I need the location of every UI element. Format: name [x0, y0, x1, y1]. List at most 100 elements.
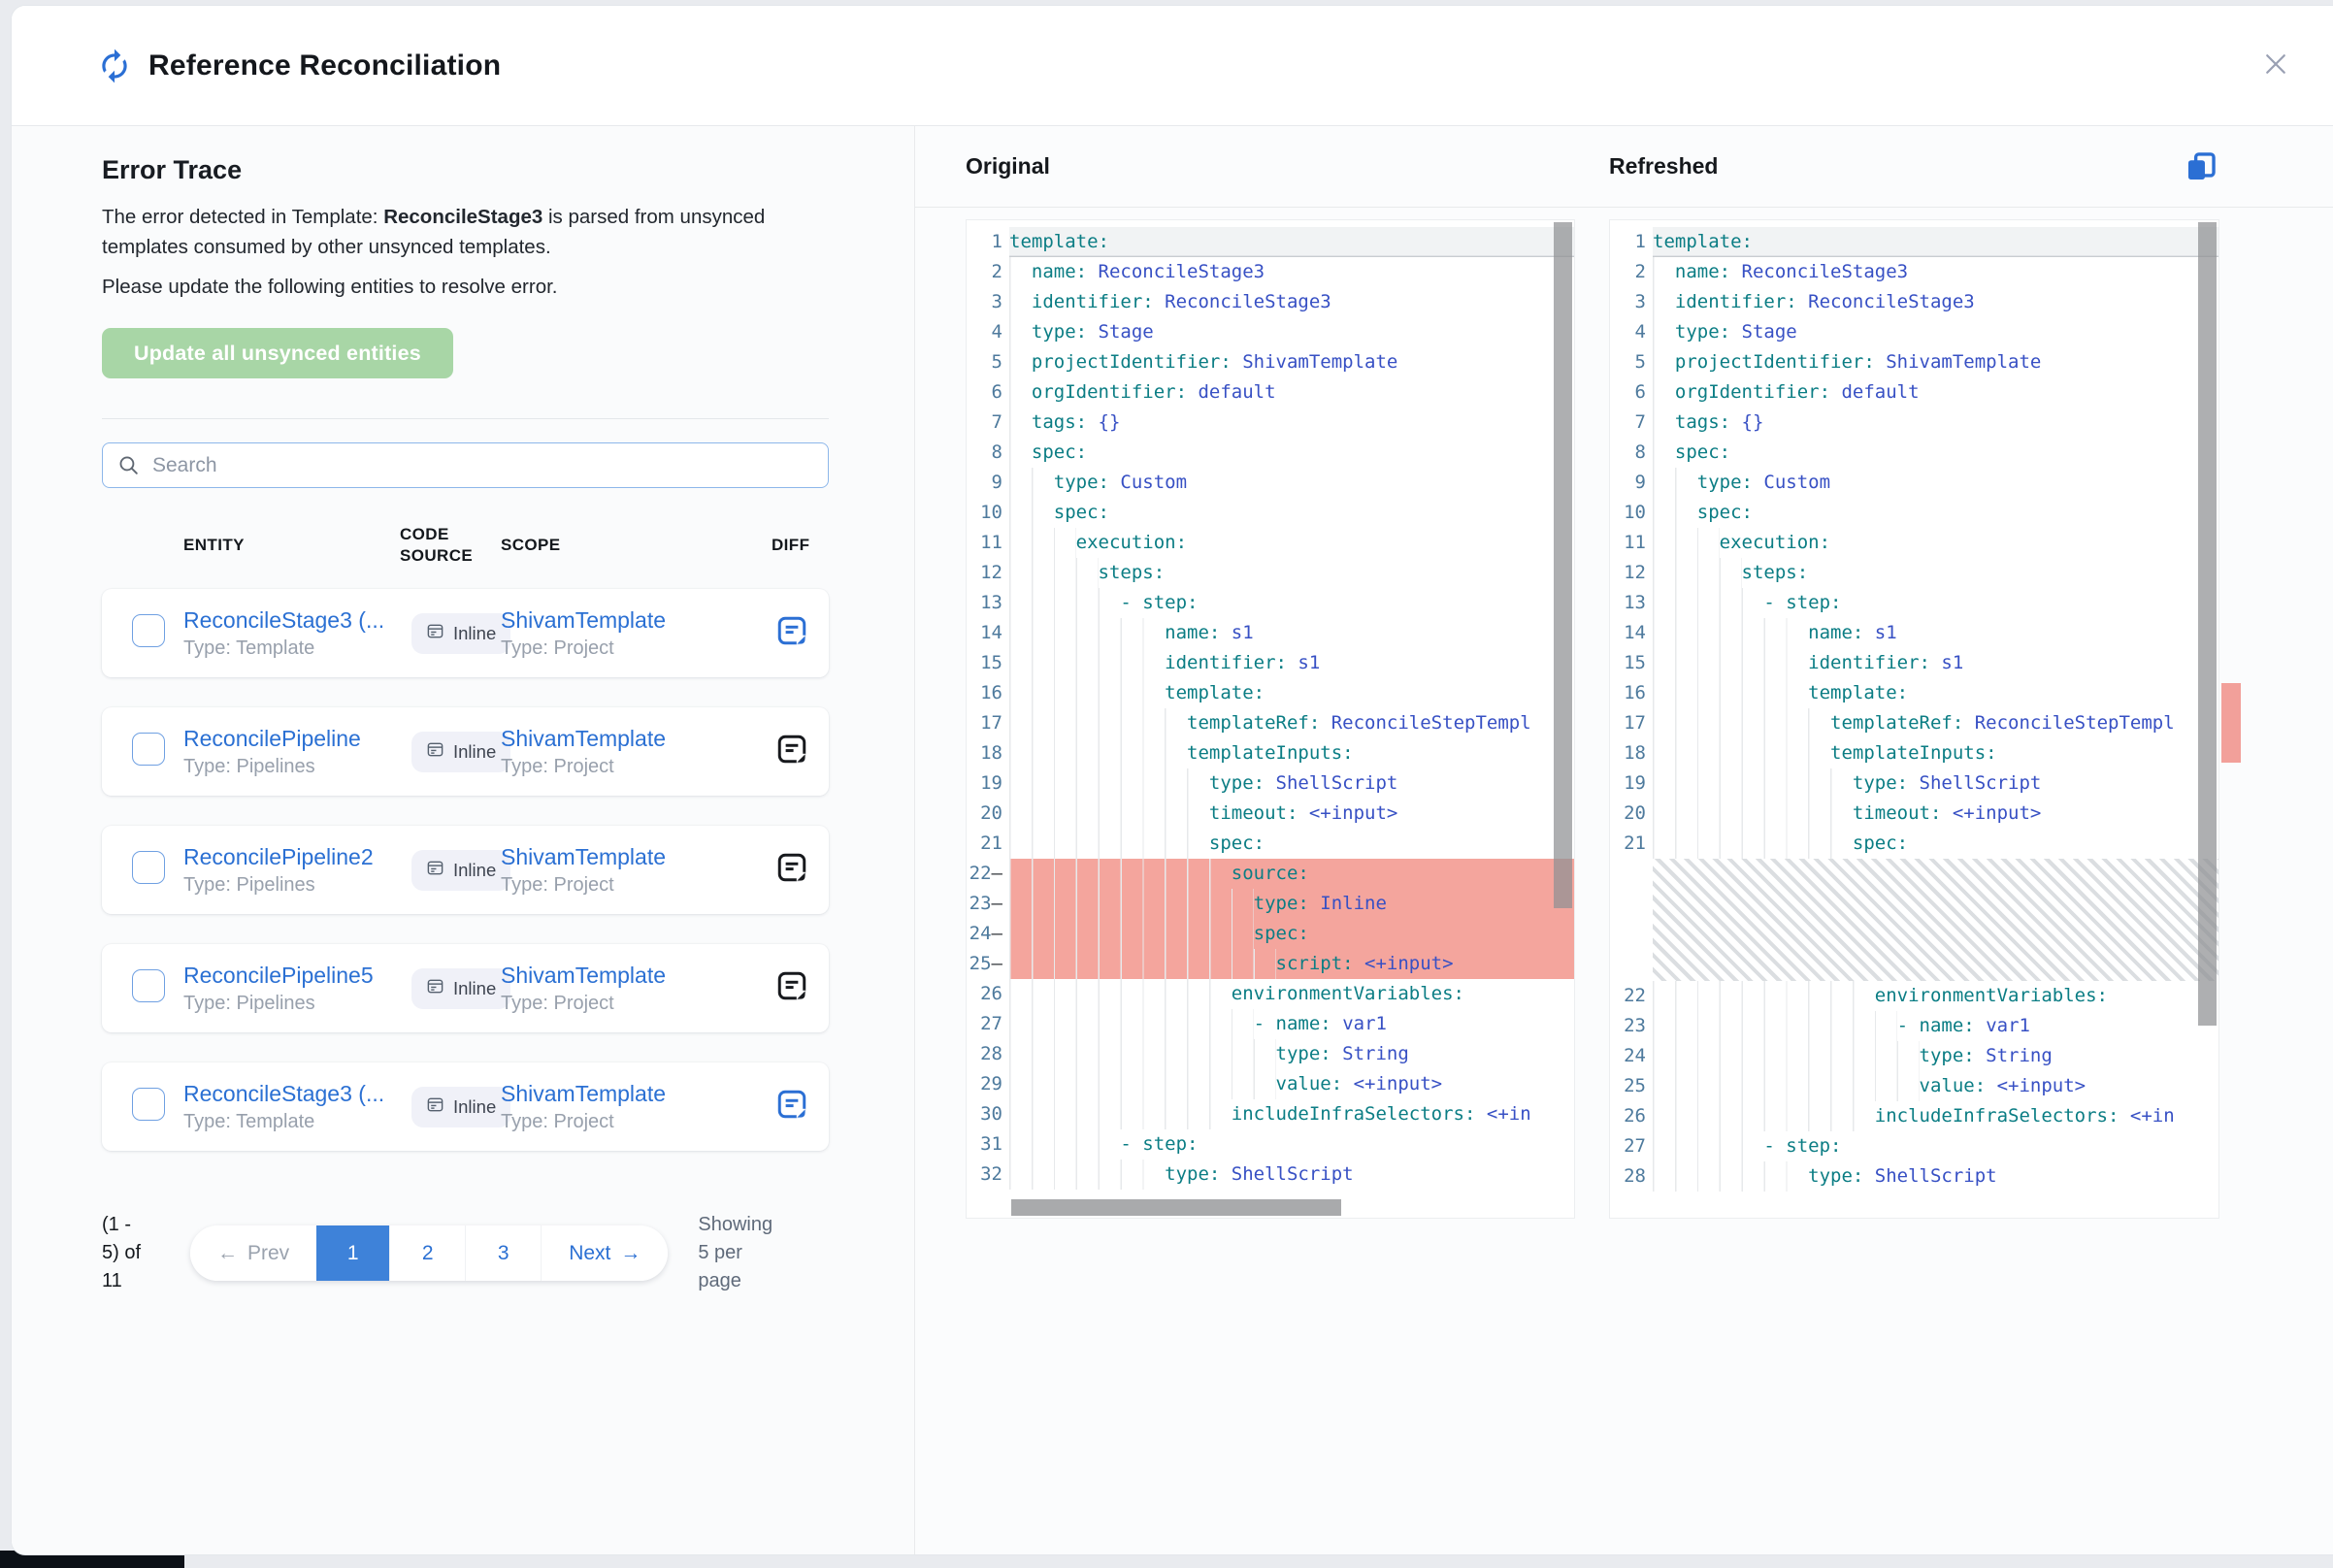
pager: ←Prev 123 Next→ [190, 1225, 668, 1281]
code-line: 12steps: [1610, 558, 2218, 588]
divider [102, 418, 829, 419]
table-row: ReconcilePipelineType: PipelinesInlineSh… [102, 707, 829, 796]
refreshed-code-panel: 1template:2name: ReconcileStage33identif… [1609, 219, 2219, 1219]
diff-file-icon[interactable] [775, 969, 808, 1002]
code-line: 10spec: [1610, 498, 2218, 528]
code-line: 12steps: [967, 558, 1574, 588]
table-row: ReconcileStage3 (...Type: TemplateInline… [102, 1062, 829, 1151]
table-row: ReconcilePipeline5Type: PipelinesInlineS… [102, 944, 829, 1032]
code-line: 13- step: [967, 588, 1574, 618]
diff-file-icon[interactable] [775, 733, 808, 766]
code-source-badge: Inline [411, 850, 510, 891]
code-line: 25—script: <+input> [967, 949, 1574, 979]
next-page-button[interactable]: Next→ [541, 1225, 668, 1281]
row-checkbox[interactable] [132, 614, 165, 647]
code-line: 23—type: Inline [967, 889, 1574, 919]
refreshed-code-editor[interactable]: 1template:2name: ReconcileStage33identif… [1609, 219, 2219, 1219]
code-source-badge: Inline [411, 732, 510, 772]
entity-link[interactable]: ReconcilePipeline5 [183, 963, 400, 989]
code-line: 20timeout: <+input> [1610, 799, 2218, 829]
update-all-unsynced-entities-button[interactable]: Update all unsynced entities [102, 328, 453, 378]
copy-icon[interactable] [2184, 149, 2218, 184]
code-line: 22environmentVariables: [1610, 981, 2218, 1011]
code-line: 17templateRef: ReconcileStepTempl [967, 708, 1574, 738]
entity-link[interactable]: ReconcilePipeline [183, 726, 400, 752]
code-line: 11execution: [967, 528, 1574, 558]
prev-page-button[interactable]: ←Prev [190, 1225, 316, 1281]
scope-link[interactable]: ShivamTemplate [501, 844, 772, 870]
pagination: (1 - 5) of 11 ←Prev 123 Next→ Showing 5 … [102, 1211, 829, 1295]
code-line: 24—spec: [967, 919, 1574, 949]
code-source-badge: Inline [411, 1087, 510, 1127]
page-button-3[interactable]: 3 [465, 1225, 541, 1281]
code-line: 19type: ShellScript [967, 768, 1574, 799]
code-source-badge: Inline [411, 613, 510, 654]
entity-link[interactable]: ReconcilePipeline2 [183, 844, 400, 870]
original-code-panel: 1template:2name: ReconcileStage33identif… [966, 219, 1575, 1219]
diff-collapsed-region [1610, 859, 2218, 981]
code-line: 27- step: [1610, 1131, 2218, 1161]
page-button-2[interactable]: 2 [389, 1225, 465, 1281]
code-source-badge: Inline [411, 968, 510, 1009]
code-line: 28type: String [967, 1039, 1574, 1069]
diff-panels: 1template:2name: ReconcileStage3 3identif… [915, 208, 2333, 1219]
code-line: 13- step: [1610, 588, 2218, 618]
inline-store-icon [426, 740, 444, 764]
dialog-body: Error Trace The error detected in Templa… [12, 126, 2333, 1554]
search-input[interactable] [152, 454, 814, 477]
code-line: 27- name: var1 [967, 1009, 1574, 1039]
code-line: 9type: Custom [1610, 468, 2218, 498]
entity-link[interactable]: ReconcileStage3 (... [183, 1081, 400, 1107]
pagination-page-size: Showing 5 per page [698, 1211, 772, 1295]
code-line: 3identifier: ReconcileStage3 [1610, 287, 2218, 317]
entity-table-header: ENTITY CODE SOURCE SCOPE DIFF [102, 524, 829, 567]
original-code-editor[interactable]: 1template:2name: ReconcileStage33identif… [966, 219, 1575, 1219]
row-checkbox[interactable] [132, 733, 165, 766]
diff-file-icon[interactable] [775, 851, 808, 884]
scope-link[interactable]: ShivamTemplate [501, 726, 772, 752]
scope-type: Type: Project [501, 756, 772, 778]
sync-icon [96, 48, 133, 84]
code-line: 22—source: [967, 859, 1574, 889]
refreshed-vertical-scrollbar[interactable] [2198, 222, 2217, 1026]
code-line: 11execution: [1610, 528, 2218, 558]
code-line: 4type: Stage [1610, 317, 2218, 347]
code-line: 2name: ReconcileStage3 [967, 257, 1574, 287]
diff-file-icon[interactable] [775, 614, 808, 647]
pagination-range: (1 - 5) of 11 [102, 1211, 185, 1295]
page-button-1[interactable]: 1 [316, 1225, 389, 1281]
close-icon[interactable] [2259, 49, 2292, 82]
code-line: 1template: [967, 227, 1574, 257]
original-horizontal-scrollbar[interactable] [1011, 1199, 1341, 1216]
code-line: 15identifier: s1 [967, 648, 1574, 678]
code-line: 31- step: [967, 1129, 1574, 1160]
code-line: 14name: s1 [1610, 618, 2218, 648]
scope-link[interactable]: ShivamTemplate [501, 1081, 772, 1107]
original-vertical-scrollbar[interactable] [1554, 222, 1572, 908]
code-line: 21spec: [967, 829, 1574, 859]
code-line: 24type: String [1610, 1041, 2218, 1071]
diff-file-icon[interactable] [775, 1088, 808, 1121]
row-checkbox[interactable] [132, 851, 165, 884]
code-line: 6orgIdentifier: default [967, 377, 1574, 408]
row-checkbox[interactable] [132, 1088, 165, 1121]
scope-type: Type: Project [501, 1111, 772, 1133]
error-trace-description: The error detected in Template: Reconcil… [102, 202, 781, 262]
code-line: 9type: Custom [967, 468, 1574, 498]
scope-link[interactable]: ShivamTemplate [501, 607, 772, 634]
code-line: 5projectIdentifier: ShivamTemplate [967, 347, 1574, 377]
row-checkbox[interactable] [132, 969, 165, 1002]
diff-headers: Original Refreshed [915, 126, 2333, 208]
error-trace-heading: Error Trace [102, 155, 829, 185]
scope-link[interactable]: ShivamTemplate [501, 963, 772, 989]
table-row: ReconcilePipeline2Type: PipelinesInlineS… [102, 826, 829, 914]
entity-link[interactable]: ReconcileStage3 (... [183, 607, 400, 634]
diff-area: Original Refreshed 1template:2name: Reco… [915, 126, 2333, 1554]
column-code-source: CODE SOURCE [400, 524, 501, 567]
search-input-wrapper [102, 442, 829, 488]
column-diff: DIFF [772, 535, 829, 556]
code-line: 7tags: {} [1610, 408, 2218, 438]
dialog-header: Reference Reconciliation [12, 6, 2333, 126]
original-panel-title: Original [966, 153, 1575, 180]
inline-store-icon [426, 622, 444, 645]
